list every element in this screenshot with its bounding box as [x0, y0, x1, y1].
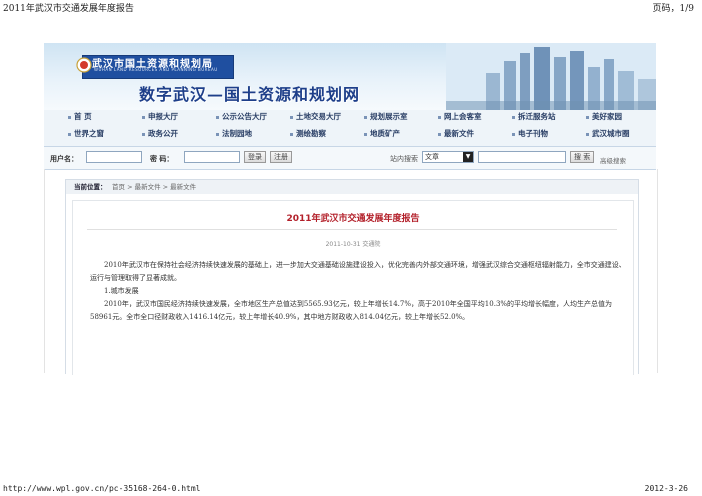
search-scope-select[interactable]: 文章 ▼	[422, 151, 474, 163]
content-area: 当前位置： 首页 > 最新文件 > 最新文件 2011年武汉市交通发展年度报告 …	[44, 169, 658, 375]
bullet-icon	[216, 115, 219, 119]
emblem-icon	[76, 57, 92, 73]
bullet-icon	[216, 132, 219, 136]
nav-item-world-window[interactable]: 世界之窗	[68, 128, 138, 142]
bullet-icon	[142, 132, 145, 136]
login-button[interactable]: 登录	[244, 151, 266, 163]
breadcrumb-path[interactable]: 首页 > 最新文件 > 最新文件	[112, 180, 196, 194]
nav-item-latest-documents[interactable]: 最新文件	[438, 128, 508, 142]
breadcrumb-label: 当前位置：	[74, 183, 107, 191]
register-button[interactable]: 注册	[270, 151, 292, 163]
search-button[interactable]: 搜 索	[570, 151, 595, 163]
article-title: 2011年武汉市交通发展年度报告	[286, 214, 420, 224]
search-label: 站内搜索	[390, 155, 418, 163]
logo-subtitle: WUHAN LAND RESOURCES AND PLANNING BUREAU	[94, 67, 218, 72]
bullet-icon	[290, 115, 293, 119]
article-body: 2010年武汉市在保持社会经济持续快速发展的基础上，进一步加大交通基础设施建设投…	[90, 259, 630, 324]
site-title: 数字武汉—国土资源和规划网	[139, 85, 361, 104]
website: 武汉市国土资源和规划局 WUHAN LAND RESOURCES AND PLA…	[44, 43, 658, 375]
nav-item-online-reception[interactable]: 网上会客室	[438, 111, 508, 125]
print-header: 2011年武汉市交通发展年度报告 页码，1/9	[0, 0, 702, 14]
password-input[interactable]	[184, 151, 240, 163]
nav-item-e-journals[interactable]: 电子刊物	[512, 128, 582, 142]
bullet-icon	[512, 115, 515, 119]
nav-item-surveying[interactable]: 测绘勘察	[290, 128, 360, 142]
nav-item-geology-minerals[interactable]: 地质矿产	[364, 128, 434, 142]
login-search-bar: 用户名： 密 码： 登录 注册 站内搜索 文章 ▼ 搜 索 高级搜索	[44, 146, 656, 170]
bullet-icon	[586, 132, 589, 136]
print-footer-url: http://www.wpl.gov.cn/pc-35168-264-0.htm…	[3, 484, 201, 493]
article-paragraph: 2010年武汉市在保持社会经济持续快速发展的基础上，进一步加大交通基础设施建设投…	[90, 261, 626, 282]
nav-item-announcement-hall[interactable]: 公示公告大厅	[216, 111, 286, 125]
password-label: 密 码：	[150, 155, 174, 163]
nav-row-1: 首 页 申报大厅 公示公告大厅 土地交易大厅 规划展示室 网上会客室 拆迁服务站…	[44, 111, 656, 129]
bullet-icon	[586, 115, 589, 119]
nav-item-government-affairs[interactable]: 政务公开	[142, 128, 212, 142]
bullet-icon	[68, 115, 71, 119]
bullet-icon	[290, 132, 293, 136]
article-section-heading: 1.城市发展	[104, 287, 139, 295]
nav-item-application-hall[interactable]: 申报大厅	[142, 111, 212, 125]
article-meta: 2011-10-31 交通院	[325, 241, 381, 248]
title-divider	[87, 229, 617, 230]
nav-item-wuhan-city-circle[interactable]: 武汉城市圈	[586, 128, 656, 142]
bullet-icon	[68, 132, 71, 136]
print-header-page: 页码，1/9	[652, 4, 695, 14]
bullet-icon	[142, 115, 145, 119]
city-skyline-image	[446, 43, 656, 110]
breadcrumb: 当前位置： 首页 > 最新文件 > 最新文件	[66, 180, 638, 194]
main-navigation: 首 页 申报大厅 公示公告大厅 土地交易大厅 规划展示室 网上会客室 拆迁服务站…	[44, 110, 656, 146]
content-panel: 当前位置： 首页 > 最新文件 > 最新文件 2011年武汉市交通发展年度报告 …	[65, 179, 639, 375]
search-scope-value: 文章	[425, 153, 439, 161]
chevron-down-icon: ▼	[463, 152, 473, 162]
print-footer: http://www.wpl.gov.cn/pc-35168-264-0.htm…	[0, 482, 702, 496]
bullet-icon	[364, 132, 367, 136]
print-footer-date: 2012-3-26	[644, 484, 688, 493]
bullet-icon	[438, 132, 441, 136]
username-label: 用户名：	[50, 155, 78, 163]
nav-row-2: 世界之窗 政务公开 法制园地 测绘勘察 地质矿产 最新文件 电子刊物 武汉城市圈	[44, 128, 656, 146]
nav-item-home[interactable]: 首 页	[68, 111, 138, 125]
print-header-title: 2011年武汉市交通发展年度报告	[3, 4, 134, 14]
nav-item-legal-garden[interactable]: 法制园地	[216, 128, 286, 142]
bullet-icon	[512, 132, 515, 136]
nav-item-beautiful-home[interactable]: 美好家园	[586, 111, 656, 125]
bullet-icon	[364, 115, 367, 119]
nav-item-land-trading-hall[interactable]: 土地交易大厅	[290, 111, 360, 125]
bullet-icon	[438, 115, 441, 119]
search-input[interactable]	[478, 151, 566, 163]
article-paragraph: 2010年，武汉市国民经济持续快速发展，全市地区生产总值达到5565.93亿元，…	[90, 300, 613, 321]
username-input[interactable]	[86, 151, 142, 163]
nav-item-planning-exhibition[interactable]: 规划展示室	[364, 111, 434, 125]
site-banner: 武汉市国土资源和规划局 WUHAN LAND RESOURCES AND PLA…	[44, 43, 656, 110]
article: 2011年武汉市交通发展年度报告 2011-10-31 交通院 2010年武汉市…	[72, 200, 634, 375]
advanced-search-link[interactable]: 高级搜索	[600, 155, 626, 165]
nav-item-relocation-service[interactable]: 拆迁服务站	[512, 111, 582, 125]
